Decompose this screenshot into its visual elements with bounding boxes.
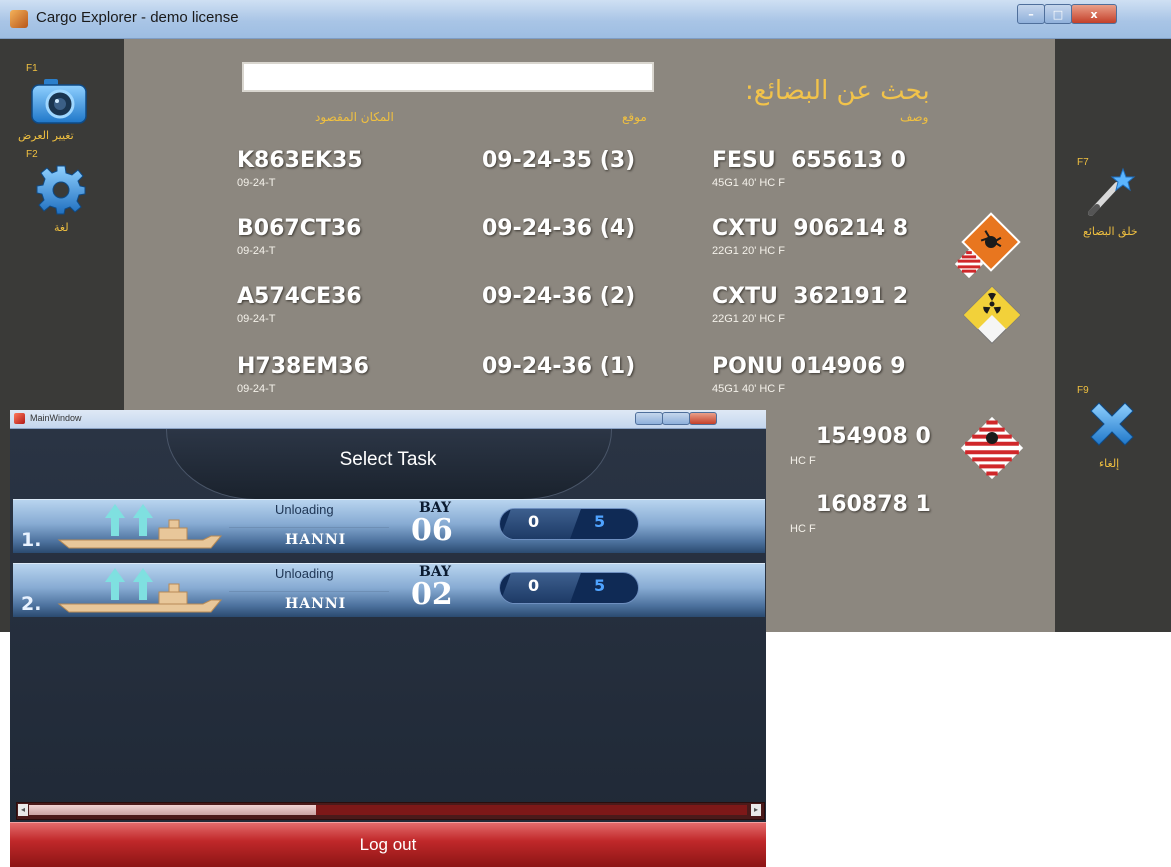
ship-unload-icon	[53, 566, 223, 616]
counter-total: 5	[594, 576, 606, 595]
maximize-button[interactable]	[662, 412, 690, 425]
language-label: لغة	[54, 221, 69, 234]
maximize-button[interactable]: □	[1044, 4, 1072, 24]
container-number: CXTU 906214 8	[712, 216, 909, 241]
destination-sub: 09-24-T	[237, 245, 276, 257]
change-view-button[interactable]	[30, 75, 88, 127]
cancel-button[interactable]	[1085, 397, 1139, 451]
logout-label: Log out	[359, 835, 417, 854]
task-item[interactable]: 2. Unloading HANNI BAY 02 0 5	[13, 563, 765, 617]
caption-buttons: – □ x	[1017, 4, 1117, 24]
language-button[interactable]	[34, 163, 88, 217]
position-value: 09-24-36 (2)	[482, 284, 636, 309]
camera-icon	[31, 79, 87, 124]
main-window-title: MainWindow	[30, 413, 82, 423]
destination-sub: 09-24-T	[237, 383, 276, 395]
page-title: Select Task	[339, 449, 437, 470]
radioactive-hazard-icon	[963, 286, 1021, 344]
window-title: Cargo Explorer - demo license	[36, 9, 239, 26]
bay-number: 02	[411, 577, 453, 612]
search-label: بحث عن البضائع:	[745, 76, 930, 106]
column-header-description: وصف	[900, 110, 929, 124]
container-number: PONU 014906 9	[712, 354, 906, 379]
main-window: MainWindow Select Task 1. Unloading HANN…	[10, 410, 766, 867]
column-header-position: موقع	[622, 110, 647, 124]
task-number: 1.	[21, 529, 42, 551]
task-number: 2.	[21, 593, 42, 615]
main-window-title-bar: MainWindow	[10, 410, 766, 429]
title-bar: Cargo Explorer - demo license – □ x	[0, 0, 1171, 39]
minimize-button[interactable]: –	[1017, 4, 1045, 24]
vessel-name: HANNI	[285, 532, 347, 548]
destination-sub: 09-24-T	[237, 313, 276, 325]
counter-done: 0	[528, 576, 540, 595]
search-input[interactable]	[242, 62, 654, 92]
bay-number: 06	[411, 513, 453, 548]
divider	[229, 591, 389, 592]
counter-done: 0	[528, 512, 540, 531]
logout-button[interactable]: Log out	[10, 822, 766, 867]
explosive-hazard-icon	[955, 212, 1021, 278]
container-number: 154908 0	[816, 424, 931, 449]
container-number: CXTU 362191 2	[712, 284, 909, 309]
task-panel: Select Task 1. Unloading HANNI BAY 06 0 …	[10, 429, 766, 867]
destination-code: B067CT36	[237, 216, 362, 241]
column-header-destination: المكان المقصود	[315, 110, 394, 124]
create-cargo-label: خلق البضائع	[1083, 225, 1138, 238]
task-type: Unloading	[275, 502, 334, 517]
container-type: 45G1 40' HC F	[712, 383, 786, 395]
horizontal-scrollbar[interactable]: ◂ ▸	[16, 802, 765, 820]
container-number: FESU 655613 0	[712, 148, 906, 173]
app-icon	[10, 10, 28, 28]
container-type: HC F	[790, 455, 816, 467]
task-item[interactable]: 1. Unloading HANNI BAY 06 0 5	[13, 499, 765, 553]
container-type: 22G1 20' HC F	[712, 245, 786, 257]
container-type: 22G1 20' HC F	[712, 313, 786, 325]
f2-key-label: F2	[26, 149, 38, 160]
close-x-icon	[1090, 402, 1134, 446]
f9-key-label: F9	[1077, 385, 1089, 396]
position-value: 09-24-36 (1)	[482, 354, 636, 379]
flammable-solid-hazard-icon	[960, 416, 1024, 480]
close-button[interactable]: x	[1071, 4, 1117, 24]
position-value: 09-24-36 (4)	[482, 216, 636, 241]
app-icon	[14, 413, 25, 424]
ship-unload-icon	[53, 502, 223, 552]
task-type: Unloading	[275, 566, 334, 581]
container-type: 45G1 40' HC F	[712, 177, 786, 189]
minimize-button[interactable]	[635, 412, 663, 425]
create-cargo-button[interactable]	[1083, 165, 1137, 219]
f1-key-label: F1	[26, 63, 38, 74]
progress-counter: 0 5	[499, 508, 639, 540]
cancel-label: إلغاء	[1099, 457, 1120, 470]
counter-total: 5	[594, 512, 606, 531]
container-number: 160878 1	[816, 492, 931, 517]
gear-icon	[36, 165, 86, 215]
position-value: 09-24-35 (3)	[482, 148, 636, 173]
divider	[229, 527, 389, 528]
vessel-name: HANNI	[285, 596, 347, 612]
scroll-thumb[interactable]	[29, 805, 316, 815]
destination-sub: 09-24-T	[237, 177, 276, 189]
destination-code: K863EK35	[237, 148, 363, 173]
destination-code: A574CE36	[237, 284, 362, 309]
magic-wand-icon	[1088, 167, 1136, 216]
close-button[interactable]	[689, 412, 717, 425]
container-type: HC F	[790, 523, 816, 535]
progress-counter: 0 5	[499, 572, 639, 604]
change-view-label: تغيير العرض	[18, 129, 74, 142]
scroll-left-arrow[interactable]: ◂	[18, 804, 28, 816]
destination-code: H738EM36	[237, 354, 369, 379]
right-toolbar: F7 خلق البضائع F9 إلغاء	[1055, 39, 1171, 632]
scroll-right-arrow[interactable]: ▸	[751, 804, 761, 816]
